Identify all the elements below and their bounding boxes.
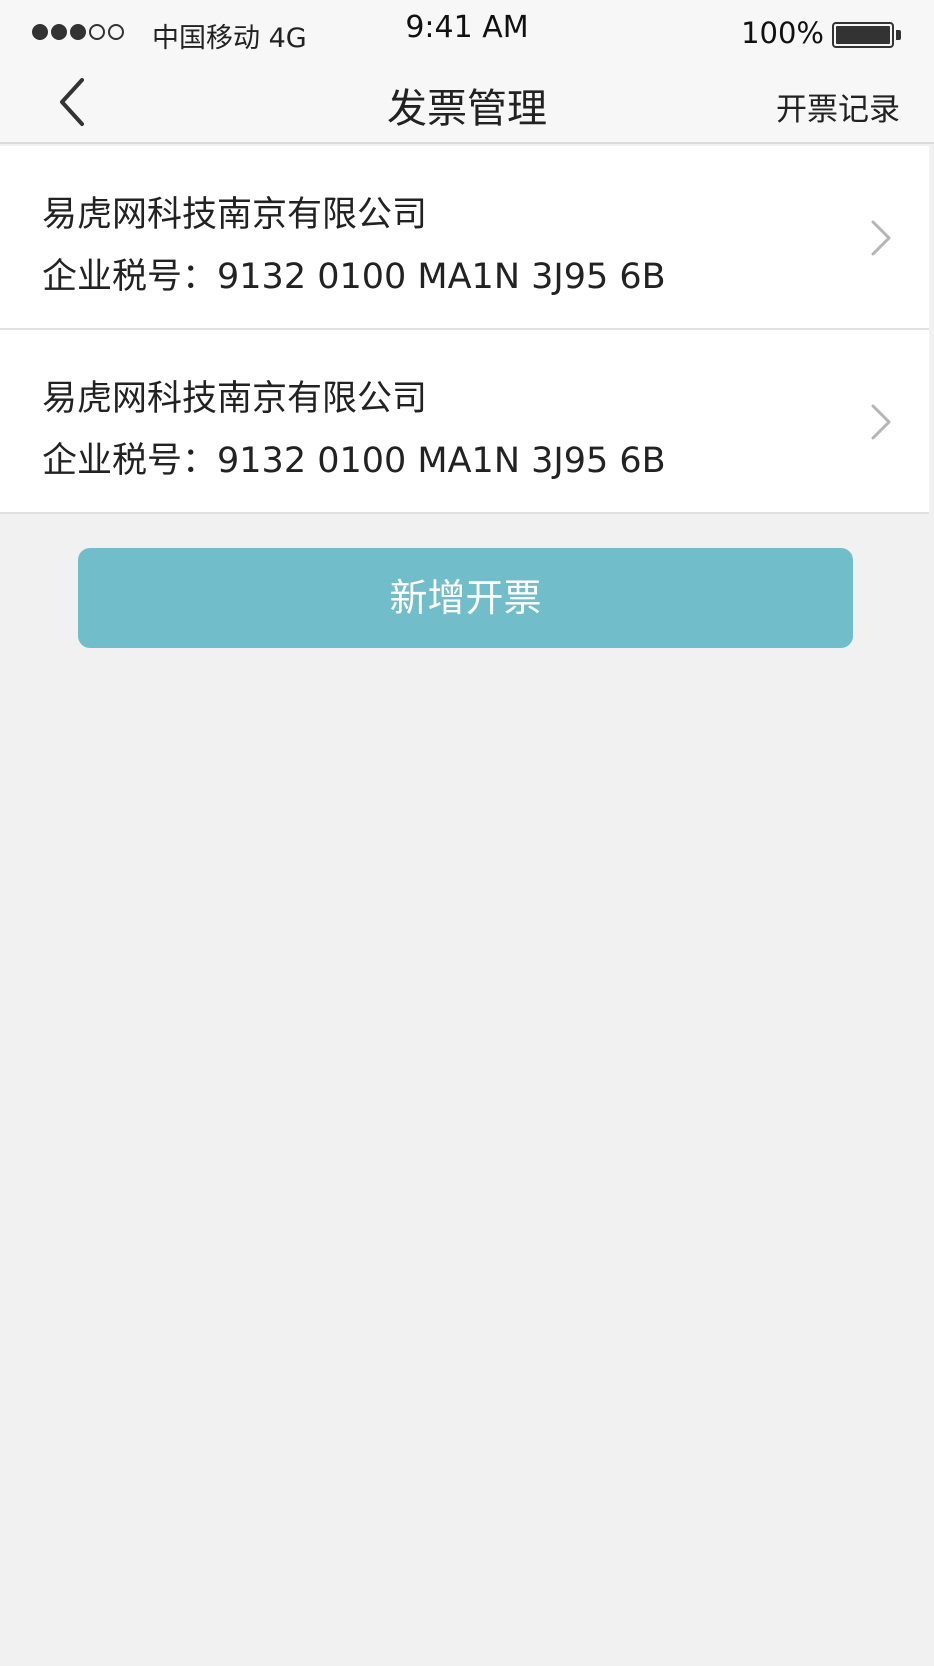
tax-id-label: 企业税号：	[42, 257, 218, 297]
chevron-right-icon	[871, 404, 891, 440]
navigation-bar: 发票管理 开票记录	[0, 64, 934, 144]
status-bar: 中国移动 4G 9:41 AM 100%	[0, 0, 934, 64]
tax-id-line: 企业税号：9132 0100 MA1N 3J95 6B	[42, 432, 666, 483]
tax-id-label: 企业税号：	[42, 441, 218, 481]
back-button[interactable]	[52, 72, 112, 132]
company-list-item[interactable]: 易虎网科技南京有限公司 企业税号：9132 0100 MA1N 3J95 6B	[0, 146, 929, 330]
screen: 中国移动 4G 9:41 AM 100% 发票管理 开票记录 易虎网科技南京有限…	[0, 0, 934, 1666]
invoice-history-link[interactable]: 开票记录	[776, 84, 900, 129]
battery-cap	[896, 30, 901, 40]
company-name: 易虎网科技南京有限公司	[42, 379, 428, 419]
battery-percentage: 100%	[741, 16, 824, 50]
chevron-right-icon	[871, 220, 891, 256]
tax-id-line: 企业税号：9132 0100 MA1N 3J95 6B	[42, 248, 666, 299]
battery-icon	[832, 22, 894, 48]
company-list-item[interactable]: 易虎网科技南京有限公司 企业税号：9132 0100 MA1N 3J95 6B	[0, 330, 929, 514]
add-invoice-button[interactable]: 新增开票	[78, 548, 853, 648]
company-name: 易虎网科技南京有限公司	[42, 195, 428, 235]
tax-id-value: 9132 0100 MA1N 3J95 6B	[217, 257, 666, 297]
company-list: 易虎网科技南京有限公司 企业税号：9132 0100 MA1N 3J95 6B …	[0, 146, 929, 514]
tax-id-value: 9132 0100 MA1N 3J95 6B	[217, 441, 666, 481]
battery-level	[836, 26, 890, 44]
back-arrow-icon	[60, 78, 84, 126]
